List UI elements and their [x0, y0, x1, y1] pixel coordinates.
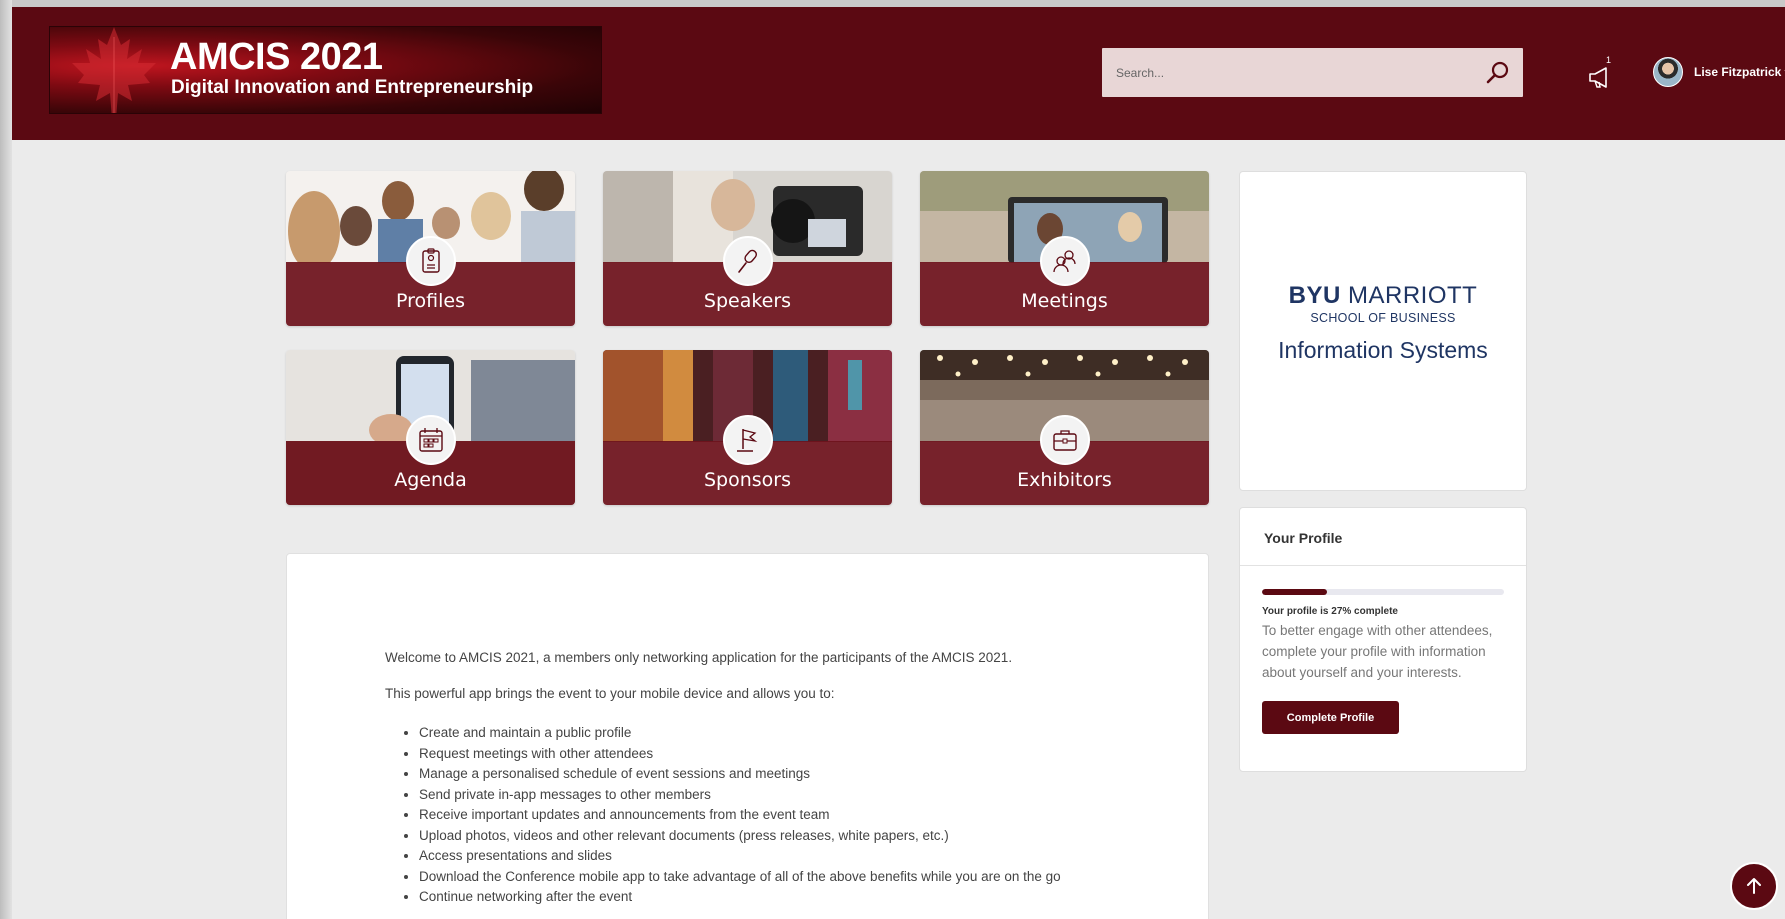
sponsor-logo-school: SCHOOL OF BUSINESS	[1310, 311, 1456, 325]
microphone-icon	[722, 236, 773, 286]
tile-sponsors[interactable]: Sponsors	[603, 350, 892, 505]
complete-profile-button[interactable]: Complete Profile	[1262, 701, 1399, 734]
window-top-edge	[0, 0, 1785, 7]
people-icon	[1039, 236, 1090, 286]
tile-speakers[interactable]: Speakers	[603, 171, 892, 326]
tile-label: Exhibitors	[1017, 469, 1112, 491]
benefit-item: Send private in-app messages to other me…	[419, 785, 1061, 806]
sponsor-logo: BYU MARRIOTT SCHOOL OF BUSINESS Informat…	[1240, 282, 1526, 364]
benefit-item: Download the Conference mobile app to ta…	[419, 867, 1061, 888]
event-banner[interactable]: AMCIS 2021 Digital Innovation and Entrep…	[49, 26, 602, 114]
megaphone-icon[interactable]	[1586, 63, 1614, 91]
profile-progress-text: Your profile is 27% complete	[1262, 606, 1398, 617]
benefit-item: Receive important updates and announceme…	[419, 805, 1061, 826]
tile-exhibitors[interactable]: Exhibitors	[920, 350, 1209, 505]
welcome-intro: Welcome to AMCIS 2021, a members only ne…	[385, 650, 1013, 665]
sponsor-logo-department: Information Systems	[1278, 337, 1488, 363]
search-input[interactable]	[1102, 48, 1472, 97]
profile-progress-bar	[1262, 589, 1504, 595]
user-avatar[interactable]	[1653, 57, 1683, 87]
profile-progress-fill	[1262, 589, 1328, 595]
sponsor-logo-main: BYU MARRIOTT	[1240, 282, 1526, 310]
banner-subtitle: Digital Innovation and Entrepreneurship	[171, 77, 534, 98]
tile-label: Agenda	[394, 469, 467, 491]
welcome-card: Welcome to AMCIS 2021, a members only ne…	[286, 553, 1209, 919]
tile-label: Meetings	[1021, 290, 1108, 312]
tile-agenda[interactable]: Agenda	[286, 350, 575, 505]
benefit-item: Continue networking after the event	[419, 887, 1061, 908]
profile-card: Your Profile Your profile is 27% complet…	[1239, 507, 1527, 772]
search-bar	[1102, 48, 1523, 97]
tile-label: Profiles	[396, 290, 465, 312]
search-icon[interactable]	[1485, 60, 1511, 86]
user-name[interactable]: Lise Fitzpatrick	[1694, 65, 1781, 79]
flag-icon	[722, 415, 773, 465]
tile-meetings[interactable]: Meetings	[920, 171, 1209, 326]
tile-profiles[interactable]: Profiles	[286, 171, 575, 326]
welcome-paragraph: This powerful app brings the event to yo…	[385, 686, 835, 701]
benefits-list: Create and maintain a public profileRequ…	[419, 723, 1061, 908]
benefit-item: Manage a personalised schedule of event …	[419, 764, 1061, 785]
benefit-item: Upload photos, videos and other relevant…	[419, 826, 1061, 847]
profile-badge-icon	[405, 236, 456, 286]
divider	[1240, 565, 1526, 566]
benefit-item: Access presentations and slides	[419, 846, 1061, 867]
benefit-item: Create and maintain a public profile	[419, 723, 1061, 744]
announcement-count-badge: 1	[1606, 55, 1612, 65]
tile-label: Speakers	[703, 290, 792, 312]
tile-label: Sponsors	[703, 469, 792, 491]
arrow-up-icon	[1747, 878, 1761, 894]
window-left-edge	[0, 0, 12, 919]
banner-title: AMCIS 2021	[170, 36, 383, 78]
benefit-item: Request meetings with other attendees	[419, 744, 1061, 765]
sponsor-logo-byu: BYU	[1288, 282, 1341, 309]
back-to-top-button[interactable]	[1730, 862, 1778, 910]
app-header: AMCIS 2021 Digital Innovation and Entrep…	[12, 7, 1785, 140]
calendar-icon	[405, 415, 456, 465]
briefcase-icon	[1039, 415, 1090, 465]
sponsor-card[interactable]: BYU MARRIOTT SCHOOL OF BUSINESS Informat…	[1239, 171, 1527, 491]
maple-leaf-logo-icon	[72, 27, 156, 113]
sponsor-logo-marriott: MARRIOTT	[1348, 282, 1478, 309]
profile-description: To better engage with other attendees, c…	[1262, 623, 1493, 680]
profile-card-title: Your Profile	[1264, 530, 1343, 546]
